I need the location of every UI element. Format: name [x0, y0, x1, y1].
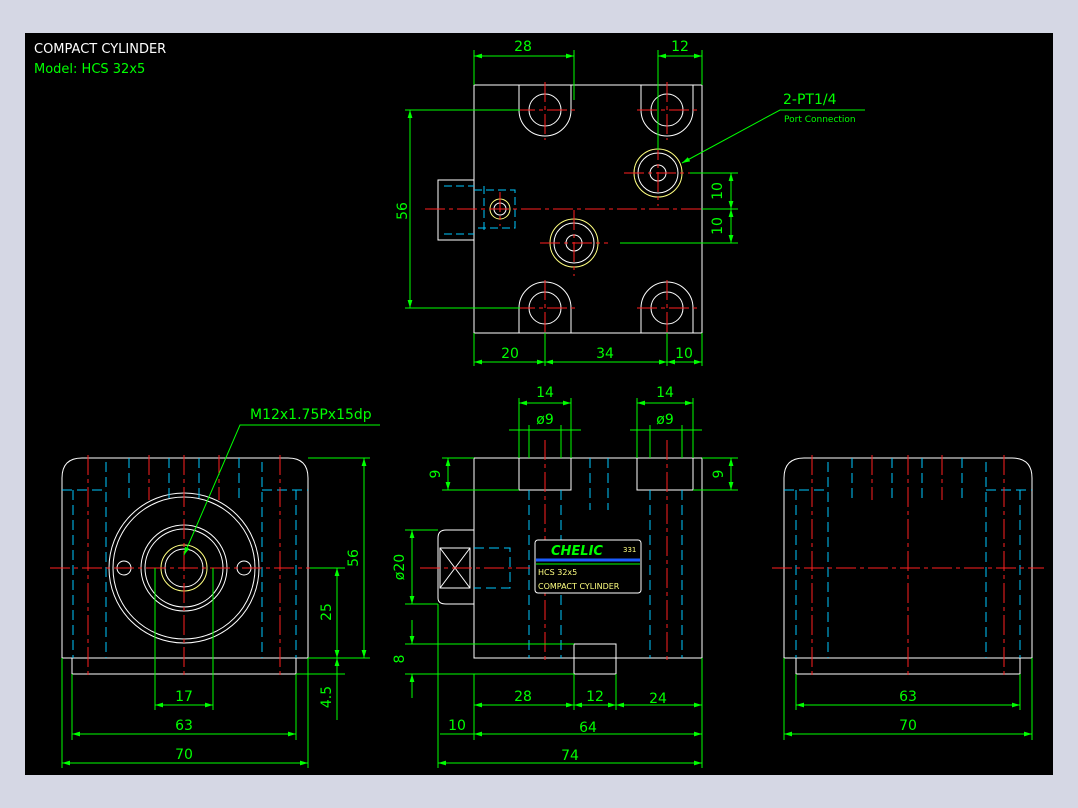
- dim-left-25: 25: [319, 603, 335, 621]
- dim-top-28: 28: [514, 39, 532, 55]
- dim-right-70: 70: [899, 718, 917, 734]
- dim-front-dia9a: ø9: [536, 412, 553, 428]
- port-sublabel: Port Connection: [784, 115, 856, 125]
- dim-front-dia9b: ø9: [656, 412, 673, 428]
- right-view: 63 70: [772, 455, 1044, 740]
- brand-logo: CHELIC: [551, 544, 603, 559]
- cad-drawing: COMPACT CYLINDER Model: HCS 32x5 28 12 5…: [34, 39, 1044, 768]
- dim-bottom-34: 34: [596, 346, 614, 362]
- port-label: 2-PT1/4: [783, 92, 837, 108]
- dim-left-4.5: 4.5: [319, 686, 335, 708]
- dim-front-14a: 14: [536, 385, 554, 401]
- left-view: M12x1.75Px15dp 56 25 4.5 17 63 70: [50, 407, 380, 768]
- dim-front-14b: 14: [656, 385, 674, 401]
- dim-front-10: 10: [448, 718, 466, 734]
- dim-top-56: 56: [395, 202, 411, 220]
- top-view: 28 12 56 10 10 20 34 10 2-PT1/4 Port Con…: [395, 39, 865, 366]
- dim-front-dia20: ø20: [392, 554, 408, 580]
- dim-front-74: 74: [561, 748, 579, 764]
- brand-code: 331: [623, 546, 636, 554]
- nameplate-model: HCS 32x5: [538, 568, 577, 577]
- dim-top-10a: 10: [710, 182, 726, 200]
- dim-left-70: 70: [175, 747, 193, 763]
- front-view: CHELIC 331 HCS 32x5 COMPACT CYLINDER 14 …: [392, 385, 738, 768]
- dim-front-9a: 9: [428, 470, 444, 479]
- drawing-title: COMPACT CYLINDER: [34, 42, 166, 57]
- dim-front-9b: 9: [711, 470, 727, 479]
- thread-label: M12x1.75Px15dp: [250, 407, 372, 423]
- dim-bottom-20: 20: [501, 346, 519, 362]
- dim-front-12: 12: [586, 689, 604, 705]
- dim-top-10b: 10: [710, 217, 726, 235]
- drawing-model: Model: HCS 32x5: [34, 62, 145, 77]
- dim-front-24: 24: [649, 691, 667, 707]
- dim-front-8: 8: [392, 655, 408, 664]
- dim-left-63: 63: [175, 718, 193, 734]
- dim-right-63: 63: [899, 689, 917, 705]
- dim-bottom-10: 10: [675, 346, 693, 362]
- drawing-canvas: COMPACT CYLINDER Model: HCS 32x5 28 12 5…: [25, 33, 1053, 775]
- dim-left-56: 56: [346, 549, 362, 567]
- dim-top-12: 12: [671, 39, 689, 55]
- dim-left-17: 17: [175, 689, 193, 705]
- dim-front-64: 64: [579, 720, 597, 736]
- dim-front-28: 28: [514, 689, 532, 705]
- nameplate-name: COMPACT CYLINDER: [538, 582, 620, 591]
